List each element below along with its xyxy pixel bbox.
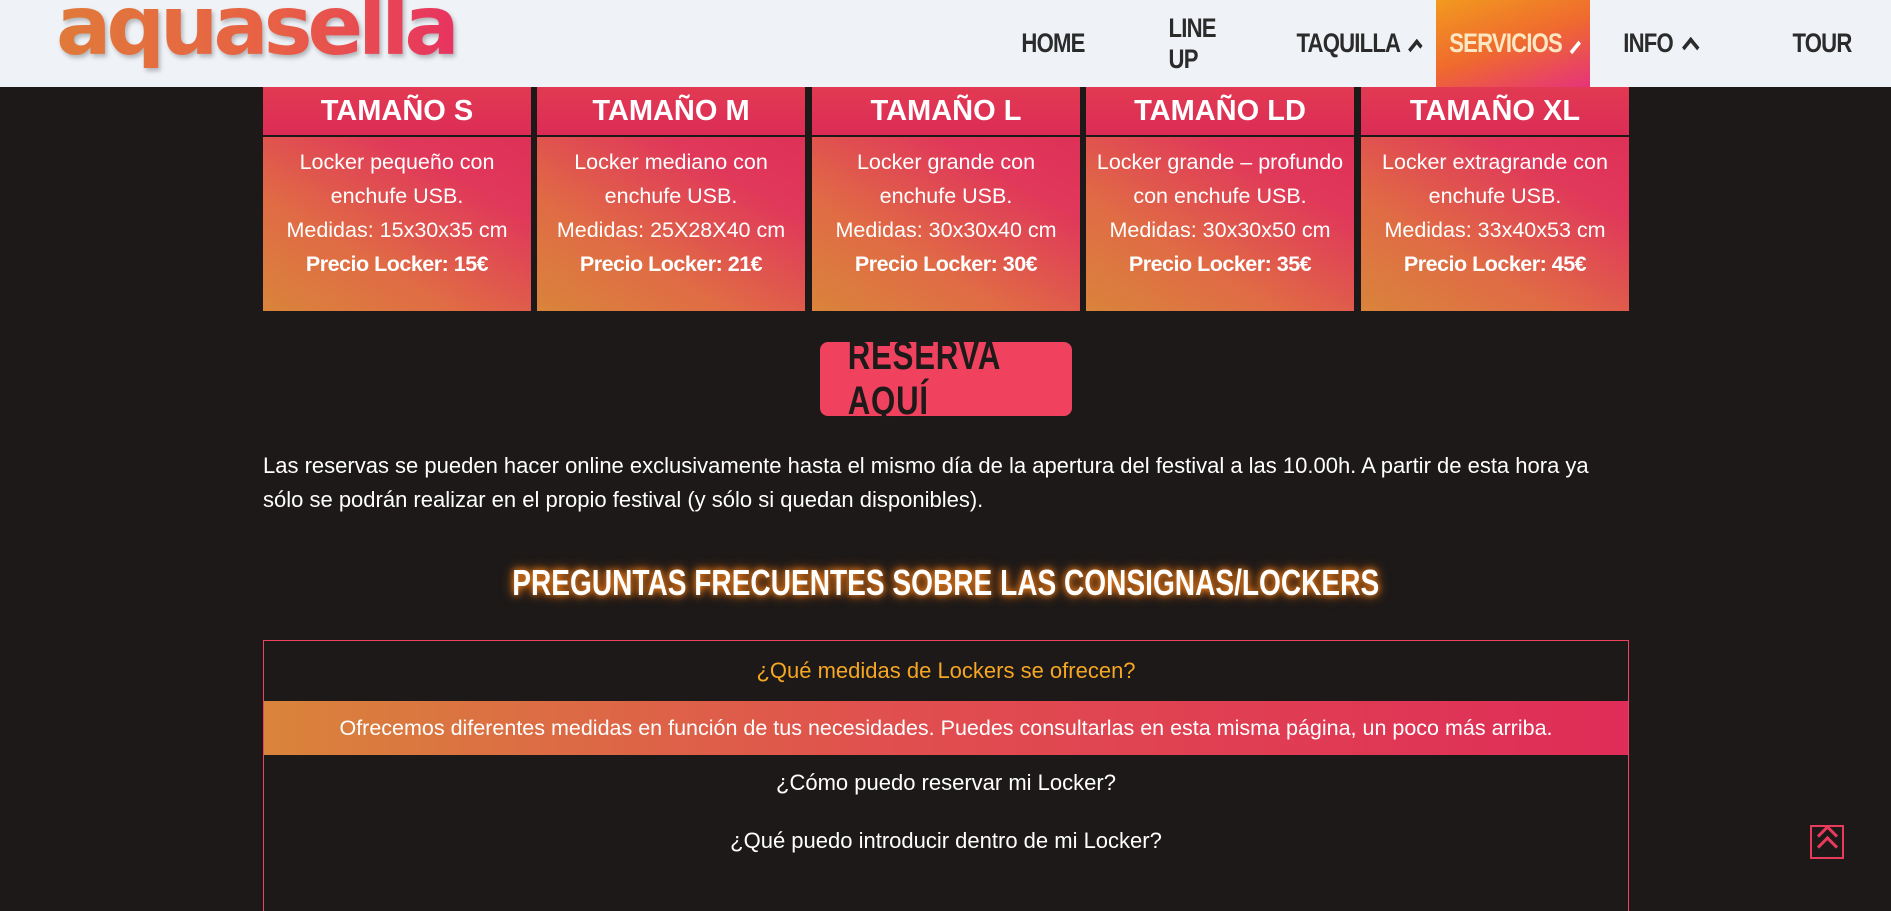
locker-description: enchufe USB. [330, 184, 464, 208]
faq-question-text: ¿Qué medidas de Lockers se ofrecen? [756, 658, 1136, 683]
locker-measures: Medidas: 30x30x40 cm [835, 218, 1057, 242]
locker-price: Precio Locker: 30€ [854, 252, 1038, 276]
faq-heading: PREGUNTAS FRECUENTES SOBRE LAS CONSIGNAS… [263, 562, 1629, 604]
nav-tour[interactable]: TOUR [1792, 0, 1852, 87]
locker-price: Precio Locker: 35€ [1128, 252, 1312, 276]
locker-price: Precio Locker: 45€ [1403, 252, 1587, 276]
locker-measures: Medidas: 15x30x35 cm [286, 218, 508, 242]
locker-description: enchufe USB. [1428, 184, 1562, 208]
nav-info[interactable]: INFO [1623, 0, 1700, 87]
locker-description: Locker grande – profundo [1096, 150, 1344, 174]
locker-card-body: Locker grande con enchufe USB. Medidas: … [812, 137, 1080, 281]
locker-card-xl: TAMAÑO XL Locker extragrande con enchufe… [1361, 87, 1629, 311]
faq-question-contents[interactable]: ¿Qué puedo introducir dentro de mi Locke… [264, 811, 1628, 871]
chevron-up-icon [1408, 38, 1423, 57]
locker-description: enchufe USB. [879, 184, 1013, 208]
locker-card-title: TAMAÑO XL [1361, 87, 1629, 137]
site-header: aquasella HOME LINE UP TAQUILLA SERVICIO… [0, 0, 1891, 87]
locker-description: Locker mediano con [574, 150, 768, 174]
locker-card-m: TAMAÑO M Locker mediano con enchufe USB.… [537, 87, 805, 311]
locker-description: con enchufe USB. [1133, 184, 1307, 208]
nav-line-up-label: LINE UP [1168, 12, 1217, 74]
locker-card-body: Locker mediano con enchufe USB. Medidas:… [537, 137, 805, 281]
locker-measures: Medidas: 30x30x50 cm [1109, 218, 1331, 242]
aquasella-logo[interactable]: aquasella [56, 0, 460, 68]
nav-home-label: HOME [1021, 28, 1085, 58]
faq-question-text: ¿Qué puedo introducir dentro de mi Locke… [730, 828, 1162, 853]
reserve-button[interactable]: RESERVA AQUÍ [820, 334, 1072, 423]
locker-card-title: TAMAÑO LD [1086, 87, 1354, 137]
faq-accordion: ¿Qué medidas de Lockers se ofrecen? Ofre… [263, 640, 1629, 911]
reservation-info-text: Las reservas se pueden hacer online excl… [263, 453, 1589, 512]
locker-card-l: TAMAÑO L Locker grande con enchufe USB. … [812, 87, 1080, 311]
locker-card-body: Locker grande – profundo con enchufe USB… [1086, 137, 1354, 281]
nav-taquilla[interactable]: TAQUILLA [1296, 0, 1423, 87]
locker-description: Locker grande con [856, 150, 1036, 174]
locker-card-title: TAMAÑO L [812, 87, 1080, 137]
faq-heading-text: PREGUNTAS FRECUENTES SOBRE LAS CONSIGNAS… [512, 562, 1380, 603]
locker-description: enchufe USB. [604, 184, 738, 208]
locker-card-ld: TAMAÑO LD Locker grande – profundo con e… [1086, 87, 1354, 311]
faq-question-reserve[interactable]: ¿Cómo puedo reservar mi Locker? [264, 755, 1628, 811]
locker-price: Precio Locker: 15€ [305, 252, 489, 276]
locker-card-body: Locker pequeño con enchufe USB. Medidas:… [263, 137, 531, 281]
locker-card-title: TAMAÑO S [263, 87, 531, 137]
faq-question-text: ¿Cómo puedo reservar mi Locker? [776, 770, 1116, 795]
locker-measures: Medidas: 25X28X40 cm [556, 218, 786, 242]
nav-home[interactable]: HOME [1021, 0, 1085, 87]
nav-tour-label: TOUR [1792, 28, 1852, 58]
nav-info-label: INFO [1623, 28, 1673, 58]
nav-taquilla-label: TAQUILLA [1296, 28, 1402, 58]
chevron-up-icon [1681, 36, 1700, 59]
reserve-button-label: RESERVA AQUÍ [847, 334, 1000, 423]
faq-answer-text: Ofrecemos diferentes medidas en función … [339, 715, 1553, 740]
nav-servicios[interactable]: SERVICIOS [1449, 0, 1581, 87]
locker-card-body: Locker extragrande con enchufe USB. Medi… [1361, 137, 1629, 281]
locker-card-s: TAMAÑO S Locker pequeño con enchufe USB.… [263, 87, 531, 311]
locker-description: Locker pequeño con [299, 150, 495, 174]
locker-measures: Medidas: 33x40x53 cm [1384, 218, 1606, 242]
locker-description: Locker extragrande con [1382, 150, 1608, 174]
faq-question-sizes[interactable]: ¿Qué medidas de Lockers se ofrecen? [264, 641, 1628, 701]
faq-answer-sizes: Ofrecemos diferentes medidas en función … [264, 701, 1628, 755]
locker-price: Precio Locker: 21€ [579, 252, 763, 276]
nav-servicios-label: SERVICIOS [1449, 28, 1563, 58]
back-to-top-button[interactable] [1810, 824, 1844, 859]
nav-line-up[interactable]: LINE UP [1169, 0, 1247, 87]
locker-card-title: TAMAÑO M [537, 87, 805, 137]
